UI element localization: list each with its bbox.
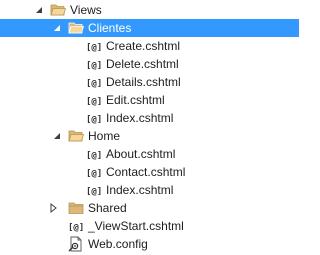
- tree-item-shared[interactable]: Shared: [0, 199, 299, 217]
- tree-item-file[interactable]: [@] Contact.cshtml: [0, 163, 299, 181]
- solution-explorer-tree: Views Clientes [@] Create.cshtml [@] Del…: [0, 0, 299, 255]
- svg-text:[@]: [@]: [86, 115, 102, 125]
- tree-item-file[interactable]: [@] About.cshtml: [0, 145, 299, 163]
- tree-item-file[interactable]: [@] Edit.cshtml: [0, 91, 299, 109]
- svg-text:[@]: [@]: [86, 79, 102, 89]
- razor-file-icon: [@]: [86, 169, 102, 179]
- tree-item-label: Create.cshtml: [106, 39, 181, 53]
- expanded-arrow-icon[interactable]: [34, 5, 44, 15]
- tree-item-label: About.cshtml: [106, 147, 176, 161]
- expanded-arrow-icon[interactable]: [52, 23, 62, 33]
- razor-file-icon: [@]: [86, 97, 102, 107]
- razor-file-icon: [@]: [86, 151, 102, 161]
- razor-file-icon: [@]: [86, 61, 102, 71]
- folder-open-icon: [68, 130, 84, 142]
- folder-open-icon: [50, 4, 66, 16]
- tree-item-file[interactable]: Web.config: [0, 235, 299, 253]
- folder-closed-icon: [68, 202, 84, 214]
- tree-item-home[interactable]: Home: [0, 127, 299, 145]
- tree-item-label: Index.cshtml: [106, 111, 174, 125]
- tree-item-label: Index.cshtml: [106, 183, 174, 197]
- folder-open-icon: [68, 22, 84, 34]
- razor-file-icon: [@]: [68, 223, 84, 233]
- tree-item-label: Details.cshtml: [106, 75, 181, 89]
- svg-text:[@]: [@]: [86, 187, 102, 197]
- tree-item-label: Edit.cshtml: [106, 93, 165, 107]
- tree-item-label: Web.config: [88, 237, 148, 251]
- razor-file-icon: [@]: [86, 79, 102, 89]
- tree-item-views[interactable]: Views: [0, 1, 299, 19]
- tree-item-file[interactable]: [@] _ViewStart.cshtml: [0, 217, 299, 235]
- svg-text:[@]: [@]: [86, 97, 102, 107]
- tree-item-label: _ViewStart.cshtml: [88, 219, 184, 233]
- collapsed-arrow-icon[interactable]: [48, 203, 58, 213]
- expanded-arrow-icon[interactable]: [52, 131, 62, 141]
- tree-item-label: Views: [70, 3, 102, 17]
- razor-file-icon: [@]: [86, 115, 102, 125]
- svg-text:[@]: [@]: [86, 169, 102, 179]
- svg-text:[@]: [@]: [86, 61, 102, 71]
- tree-item-label: Clientes: [88, 21, 132, 35]
- config-file-icon: [68, 236, 82, 252]
- tree-item-file[interactable]: [@] Create.cshtml: [0, 37, 299, 55]
- tree-item-file[interactable]: [@] Index.cshtml: [0, 181, 299, 199]
- tree-item-label: Delete.cshtml: [106, 57, 179, 71]
- svg-text:[@]: [@]: [86, 151, 102, 161]
- tree-item-label: Contact.cshtml: [106, 165, 186, 179]
- svg-text:[@]: [@]: [68, 223, 84, 233]
- tree-item-file[interactable]: [@] Delete.cshtml: [0, 55, 299, 73]
- tree-item-file[interactable]: [@] Index.cshtml: [0, 109, 299, 127]
- tree-item-label: Shared: [88, 201, 127, 215]
- razor-file-icon: [@]: [86, 43, 102, 53]
- tree-item-label: Home: [88, 129, 121, 143]
- tree-item-file[interactable]: [@] Details.cshtml: [0, 73, 299, 91]
- tree-item-clientes[interactable]: Clientes: [0, 19, 299, 37]
- svg-text:[@]: [@]: [86, 43, 102, 53]
- razor-file-icon: [@]: [86, 187, 102, 197]
